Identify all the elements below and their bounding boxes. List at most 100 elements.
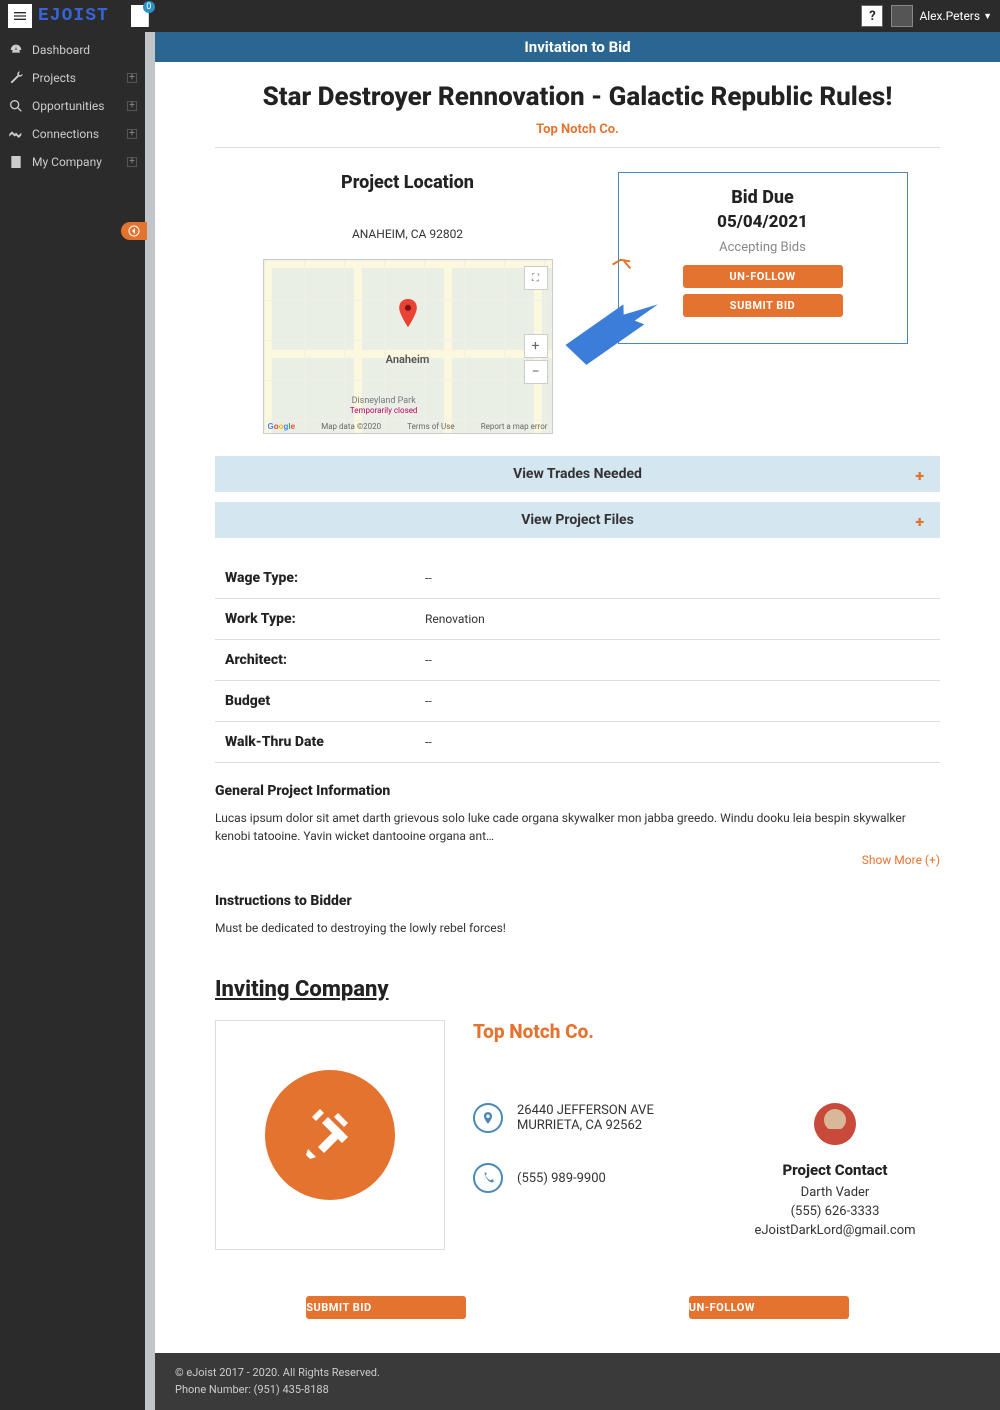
- cursor-illustration: [563, 269, 673, 383]
- caret-down-icon: ▼: [983, 11, 992, 22]
- project-title: Star Destroyer Rennovation - Galactic Re…: [215, 82, 940, 112]
- user-avatar[interactable]: [891, 5, 913, 27]
- sidebar-label: My Company: [32, 155, 127, 169]
- project-contact-section: Project Contact Darth Vader (555) 626-33…: [730, 1103, 940, 1238]
- wrench-icon: [8, 70, 24, 86]
- table-row: Walk-Thru Date--: [215, 722, 940, 763]
- general-info-body: Lucas ipsum dolor sit amet darth grievou…: [215, 809, 940, 845]
- notification-badge: 0: [143, 1, 155, 13]
- submit-bid-button[interactable]: SUBMIT BID: [683, 294, 843, 317]
- detail-label: Walk-Thru Date: [215, 722, 415, 763]
- plus-icon: +: [915, 512, 924, 531]
- project-company: Top Notch Co.: [215, 122, 940, 143]
- tools-icon: [265, 1070, 395, 1200]
- company-logo: [215, 1020, 445, 1250]
- menu-button[interactable]: [8, 4, 32, 28]
- company-address: 26440 JEFFERSON AVE MURRIETA, CA 92562: [473, 1103, 690, 1133]
- collapse-sidebar-button[interactable]: [121, 222, 147, 240]
- instructions-body: Must be dedicated to destroying the lowl…: [215, 919, 940, 937]
- contact-avatar: [814, 1103, 856, 1145]
- search-icon: [8, 98, 24, 114]
- location-pin-icon: [473, 1103, 503, 1133]
- map-city-label: Anaheim: [386, 353, 430, 366]
- location-address: ANAHEIM, CA 92802: [248, 227, 568, 241]
- sidebar-item-my-company[interactable]: My Company +: [0, 148, 145, 176]
- company-phone: (555) 989-9900: [473, 1163, 690, 1193]
- unfollow-button[interactable]: UN-FOLLOW: [683, 265, 843, 288]
- bid-due-card: Bid Due 05/04/2021 Accepting Bids UN-FOL…: [618, 172, 908, 344]
- map-pin-icon: [397, 299, 419, 329]
- view-trades-accordion[interactable]: View Trades Needed +: [215, 456, 940, 492]
- dashboard-icon: [8, 42, 24, 58]
- app-logo[interactable]: EJOIST: [38, 5, 109, 27]
- bid-status: Accepting Bids: [637, 240, 889, 255]
- map[interactable]: Anaheim Disneyland Park Temporarily clos…: [263, 259, 553, 434]
- footer-phone: Phone Number: (951) 435-8188: [175, 1382, 980, 1399]
- table-row: Budget--: [215, 681, 940, 722]
- accordion-label: View Project Files: [521, 512, 634, 528]
- expand-icon: +: [127, 129, 137, 139]
- map-fullscreen-button[interactable]: ⛶: [524, 266, 548, 290]
- inviting-company-heading: Inviting Company: [215, 977, 940, 1002]
- hamburger-icon: [12, 8, 28, 24]
- detail-value: --: [415, 640, 940, 681]
- detail-label: Budget: [215, 681, 415, 722]
- plus-icon: +: [915, 466, 924, 485]
- view-files-accordion[interactable]: View Project Files +: [215, 502, 940, 538]
- user-name-label: Alex.Peters: [919, 9, 980, 23]
- sidebar: Dashboard Projects + Opportunities + Con…: [0, 32, 145, 1410]
- accordion-label: View Trades Needed: [513, 466, 642, 482]
- map-poi-label: Disneyland Park Temporarily closed: [350, 396, 418, 415]
- bid-due-heading: Bid Due: [637, 187, 889, 208]
- footer: © eJoist 2017 - 2020. All Rights Reserve…: [155, 1353, 1000, 1410]
- detail-label: Architect:: [215, 640, 415, 681]
- address-line-1: 26440 JEFFERSON AVE: [517, 1103, 654, 1118]
- contact-phone: (555) 626-3333: [730, 1204, 940, 1219]
- detail-value: --: [415, 681, 940, 722]
- contact-email: eJoistDarkLord@gmail.com: [730, 1223, 940, 1238]
- footer-copyright: © eJoist 2017 - 2020. All Rights Reserve…: [175, 1365, 980, 1382]
- sidebar-item-opportunities[interactable]: Opportunities +: [0, 92, 145, 120]
- sidebar-item-dashboard[interactable]: Dashboard: [0, 36, 145, 64]
- table-row: Work Type:Renovation: [215, 599, 940, 640]
- phone-icon: [473, 1163, 503, 1193]
- map-attribution: Google Map data ©2020 Terms of Use Repor…: [268, 422, 548, 431]
- address-line-2: MURRIETA, CA 92562: [517, 1118, 654, 1133]
- detail-label: Wage Type:: [215, 558, 415, 599]
- user-menu[interactable]: Alex.Peters ▼: [919, 9, 992, 23]
- expand-icon: +: [127, 101, 137, 111]
- show-more-link[interactable]: Show More (+): [215, 853, 940, 867]
- map-zoom-out-button[interactable]: −: [524, 360, 548, 384]
- detail-label: Work Type:: [215, 599, 415, 640]
- contact-heading: Project Contact: [730, 1161, 940, 1179]
- submit-bid-button-bottom[interactable]: SUBMIT BID: [306, 1296, 466, 1319]
- sidebar-item-projects[interactable]: Projects +: [0, 64, 145, 92]
- top-bar: EJOIST 0 ? Alex.Peters ▼: [0, 0, 1000, 32]
- bid-due-date: 05/04/2021: [637, 212, 889, 232]
- unfollow-button-bottom[interactable]: UN-FOLLOW: [689, 1296, 849, 1319]
- project-location-section: Project Location ANAHEIM, CA 92802 Anahe…: [248, 172, 568, 434]
- contact-name: Darth Vader: [730, 1185, 940, 1200]
- company-name: Top Notch Co.: [473, 1020, 940, 1043]
- expand-icon: +: [127, 73, 137, 83]
- location-heading: Project Location: [248, 172, 568, 193]
- detail-value: --: [415, 722, 940, 763]
- help-button[interactable]: ?: [861, 5, 883, 27]
- general-info-heading: General Project Information: [215, 783, 940, 799]
- notifications-button[interactable]: 0: [119, 5, 149, 27]
- sidebar-label: Dashboard: [32, 43, 137, 57]
- phone-number: (555) 989-9900: [517, 1171, 606, 1186]
- table-row: Architect:--: [215, 640, 940, 681]
- handshake-icon: [8, 126, 24, 142]
- detail-value: --: [415, 558, 940, 599]
- inviting-company-card: Top Notch Co. 26440 JEFFERSON AVE MURRIE…: [215, 1020, 940, 1250]
- detail-value: Renovation: [415, 599, 940, 640]
- table-row: Wage Type:--: [215, 558, 940, 599]
- map-zoom-in-button[interactable]: +: [524, 334, 548, 358]
- sidebar-label: Connections: [32, 127, 127, 141]
- project-details-table: Wage Type:-- Work Type:Renovation Archit…: [215, 558, 940, 763]
- expand-icon: +: [127, 157, 137, 167]
- google-logo: Google: [268, 422, 296, 431]
- main: Invitation to Bid Star Destroyer Rennova…: [145, 32, 1000, 1410]
- sidebar-item-connections[interactable]: Connections +: [0, 120, 145, 148]
